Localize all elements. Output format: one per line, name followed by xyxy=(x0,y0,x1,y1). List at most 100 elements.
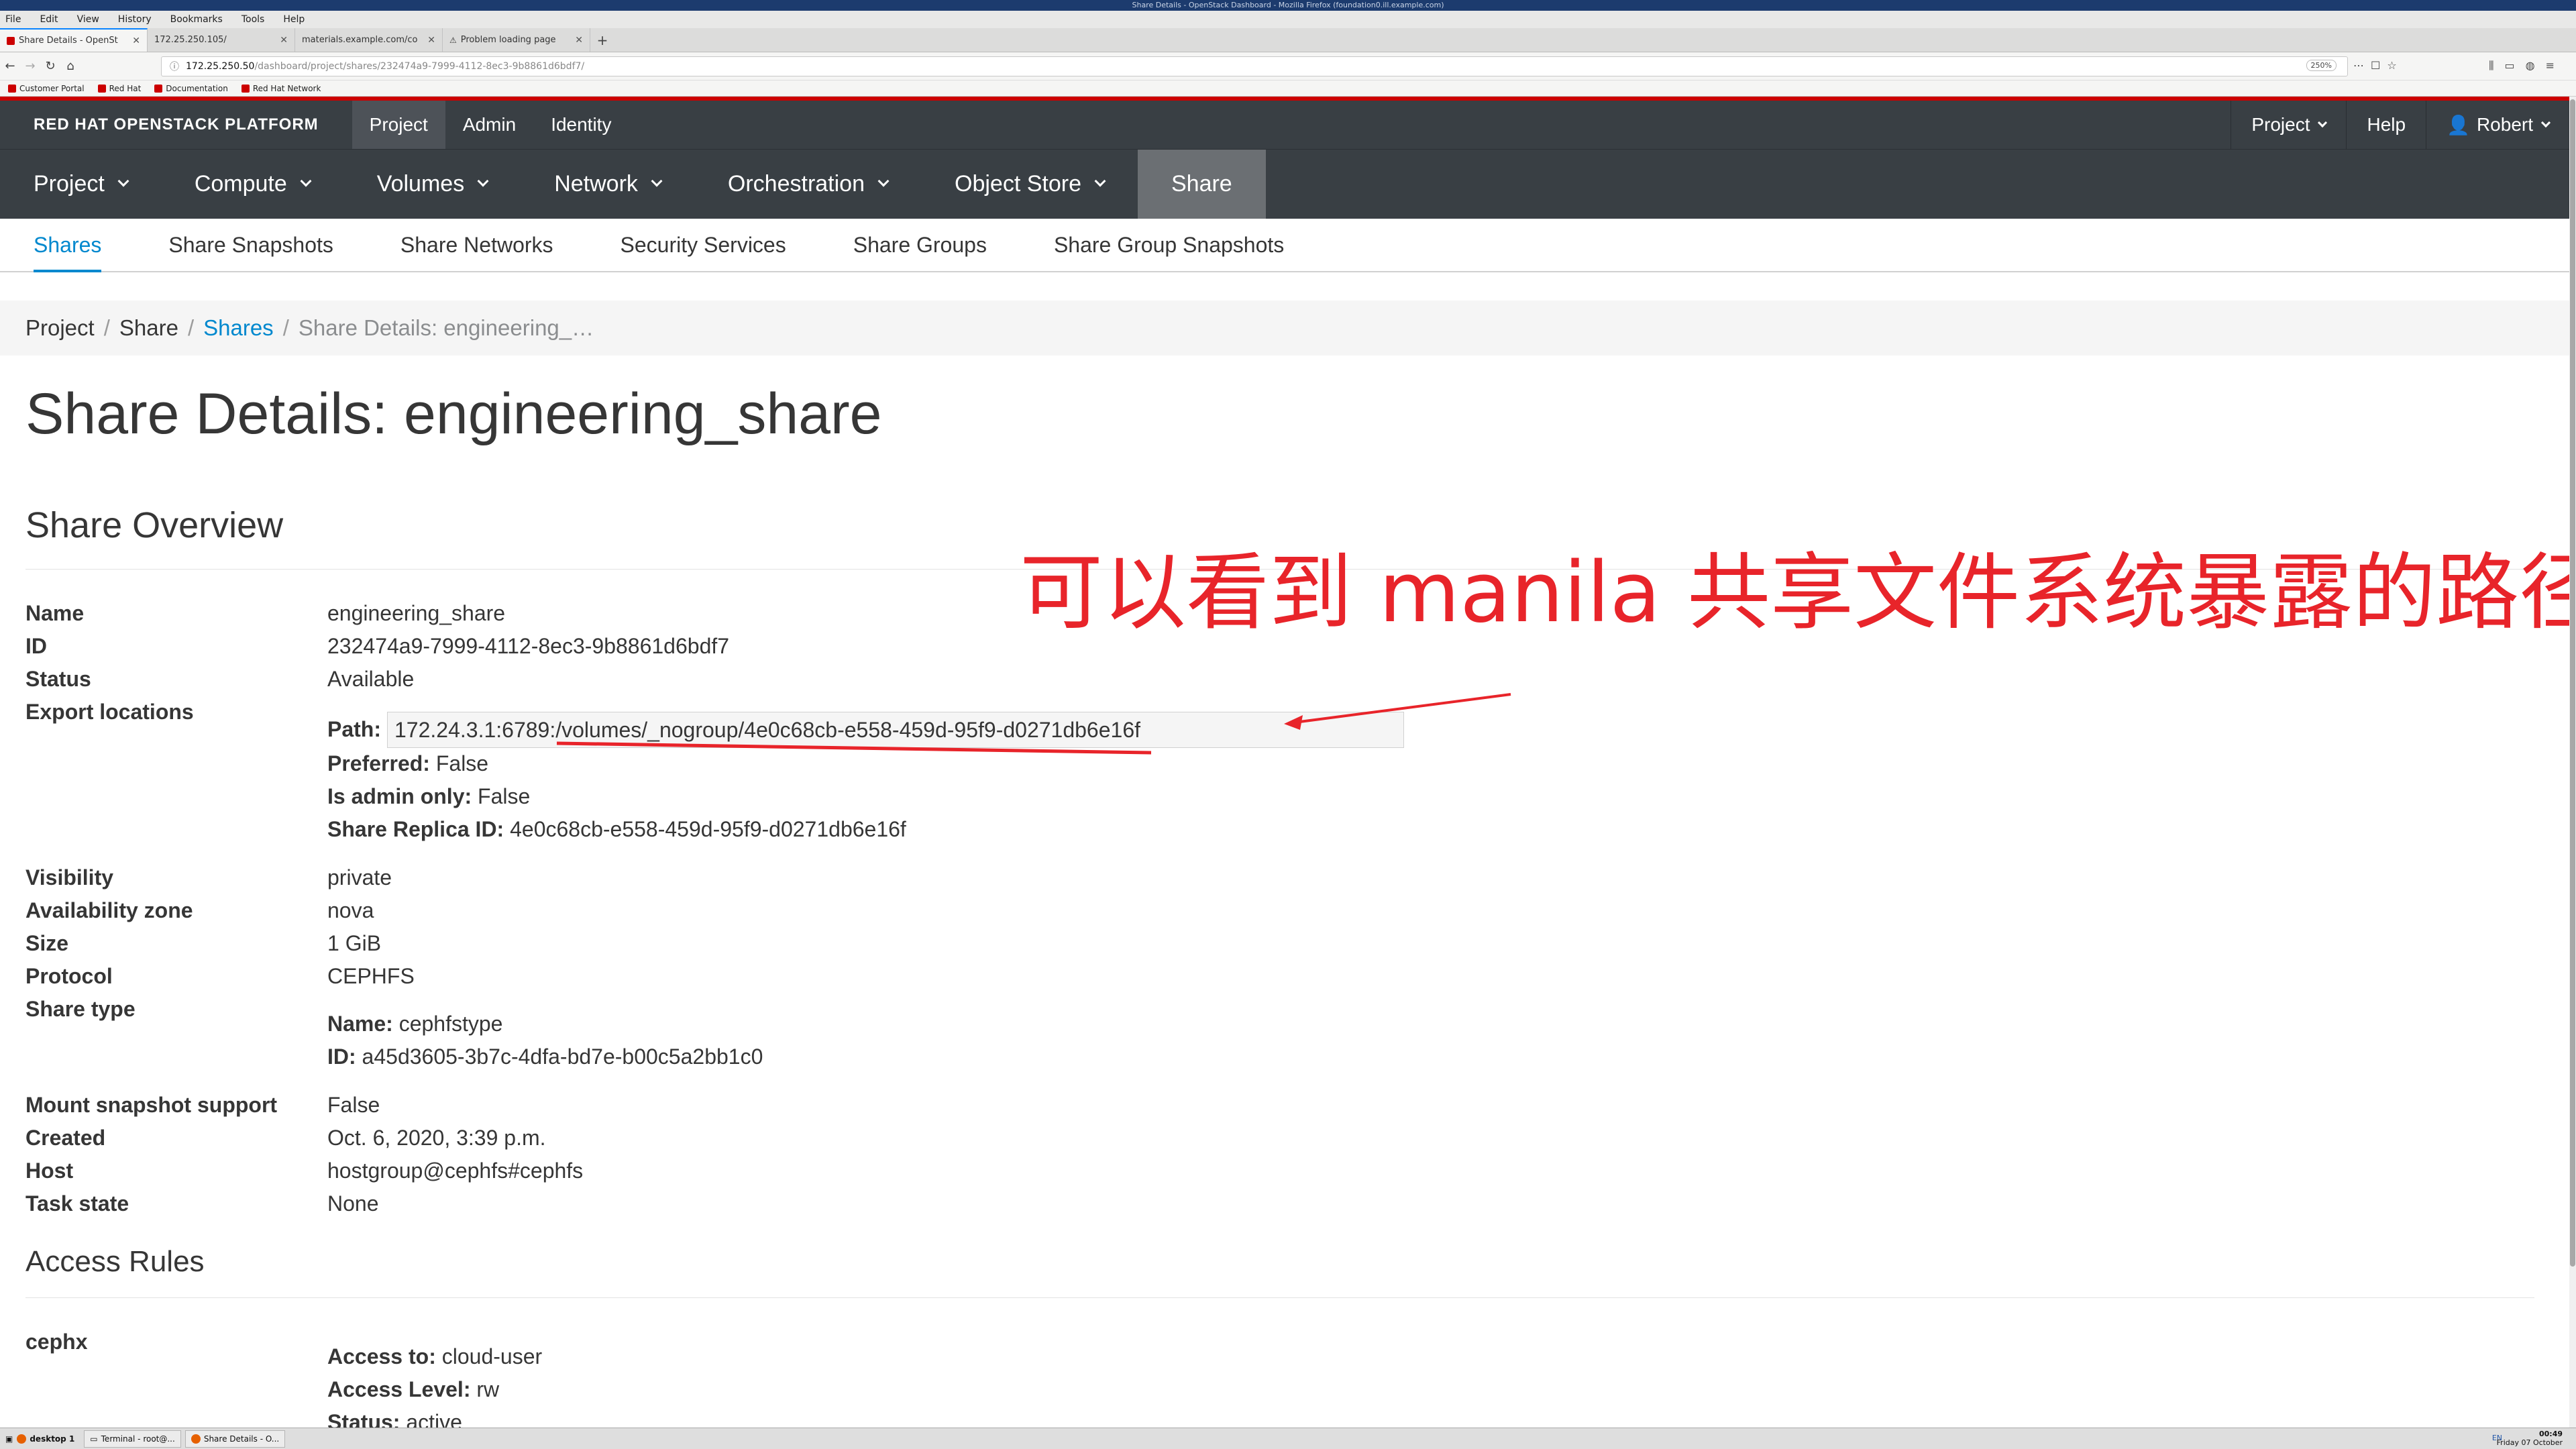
host-value: hostgroup@cephfs#cephfs xyxy=(327,1159,584,1183)
mount-snapshot-value: False xyxy=(327,1093,380,1117)
name-label: Name xyxy=(25,601,85,625)
menu-file[interactable]: File xyxy=(5,14,21,25)
page-title: Share Details: engineering_share xyxy=(25,382,882,446)
top-link-admin[interactable]: Admin xyxy=(445,101,533,149)
brand-logo[interactable]: RED HAT OPENSTACK PLATFORM xyxy=(0,101,352,149)
toolbar-extension-icons[interactable]: ⫼▭◍≡ xyxy=(2489,59,2565,72)
status-label: Status xyxy=(25,667,91,691)
forward-icon[interactable]: → xyxy=(20,59,40,73)
sub-nav: Shares Share Snapshots Share Networks Se… xyxy=(0,219,2569,272)
browser-tab[interactable]: 172.25.250.105/ ✕ xyxy=(148,28,295,52)
page-actions-icon[interactable]: ⋯☐☆ xyxy=(2353,59,2404,72)
export-path-field[interactable]: 172.24.3.1:6789:/volumes/_nogroup/4e0c68… xyxy=(387,712,1404,748)
chevron-down-icon xyxy=(2318,117,2328,128)
protocol-label: Protocol xyxy=(25,964,113,988)
browser-tab[interactable]: Share Details - OpenSt ✕ xyxy=(0,28,148,52)
menu-edit[interactable]: Edit xyxy=(40,14,58,25)
bookmark-item[interactable]: Customer Portal xyxy=(8,84,85,93)
name-value: engineering_share xyxy=(327,601,506,625)
menu-view[interactable]: View xyxy=(77,14,99,25)
warning-icon: ⚠ xyxy=(449,35,457,45)
top-link-identity[interactable]: Identity xyxy=(533,101,629,149)
tab-close-icon[interactable]: ✕ xyxy=(132,36,140,46)
menu-help[interactable]: Help xyxy=(283,14,305,25)
browser-tab-label: Share Details - OpenSt xyxy=(19,36,118,46)
breadcrumb-shares-link[interactable]: Shares xyxy=(203,315,274,341)
browser-tab[interactable]: materials.example.com/co ✕ xyxy=(295,28,443,52)
firefox-icon xyxy=(191,1434,201,1444)
user-menu[interactable]: 👤 Robert xyxy=(2426,101,2569,149)
id-label: ID xyxy=(25,634,47,658)
top-link-project[interactable]: Project xyxy=(352,101,445,149)
clock[interactable]: 00:49 Friday 07 October xyxy=(2497,1430,2563,1447)
chevron-down-icon xyxy=(477,175,489,186)
chevron-down-icon xyxy=(651,175,663,186)
bookmarks-bar: Customer Portal Red Hat Documentation Re… xyxy=(0,80,2576,97)
share-overview-heading: Share Overview xyxy=(25,505,284,545)
access-rule-name: cephx xyxy=(25,1330,88,1354)
user-icon: 👤 xyxy=(2447,114,2470,136)
browser-menubar: File Edit View History Bookmarks Tools H… xyxy=(0,11,2576,28)
taskbar-terminal[interactable]: ▭ Terminal - root@... xyxy=(84,1430,181,1448)
browser-tab[interactable]: ⚠ Problem loading page ✕ xyxy=(443,28,590,52)
host-label: Host xyxy=(25,1159,74,1183)
back-icon[interactable]: ← xyxy=(0,59,20,73)
url-bar[interactable]: ⓘ 172.25.250.50/dashboard/project/shares… xyxy=(161,56,2348,76)
tab-share-groups[interactable]: Share Groups xyxy=(820,219,1020,271)
nav-project[interactable]: Project xyxy=(0,150,161,219)
share-type-name-row: Name: cephfstype xyxy=(327,1012,503,1036)
url-path: /dashboard/project/shares/232474a9-7999-… xyxy=(254,61,585,72)
nav-compute[interactable]: Compute xyxy=(161,150,343,219)
bookmark-item[interactable]: Documentation xyxy=(154,84,228,93)
admin-only-row: Is admin only: False xyxy=(327,784,531,808)
taskbar-firefox[interactable]: Share Details - O... xyxy=(184,1430,286,1448)
menu-history[interactable]: History xyxy=(118,14,152,25)
menu-tools[interactable]: Tools xyxy=(241,14,265,25)
taskbar-workspace[interactable]: ▣ desktop 1 xyxy=(0,1430,80,1448)
openstack-topbar: RED HAT OPENSTACK PLATFORM Project Admin… xyxy=(0,97,2569,149)
nav-share[interactable]: Share xyxy=(1137,150,1266,219)
scrollbar-thumb[interactable] xyxy=(2570,99,2575,1267)
status-value: Available xyxy=(327,667,415,691)
az-value: nova xyxy=(327,898,374,922)
replica-row: Share Replica ID: 4e0c68cb-e558-459d-95f… xyxy=(327,817,906,841)
preferred-row: Preferred: False xyxy=(327,751,489,775)
reload-icon[interactable]: ↻ xyxy=(40,59,60,73)
tab-share-group-snapshots[interactable]: Share Group Snapshots xyxy=(1020,219,1318,271)
new-tab-button[interactable]: + xyxy=(590,28,614,52)
tab-close-icon[interactable]: ✕ xyxy=(575,35,583,46)
nav-object-store[interactable]: Object Store xyxy=(921,150,1138,219)
nav-orchestration[interactable]: Orchestration xyxy=(694,150,921,219)
path-label: Path: xyxy=(327,717,381,741)
site-info-icon[interactable]: ⓘ xyxy=(170,60,179,73)
chevron-down-icon xyxy=(300,175,312,186)
tab-close-icon[interactable]: ✕ xyxy=(427,35,435,46)
zoom-indicator[interactable]: 250% xyxy=(2306,60,2337,71)
breadcrumb-separator: / xyxy=(103,315,110,340)
browser-tab-label: materials.example.com/co xyxy=(302,35,418,45)
browser-toolbar: ← → ↻ ⌂ ⓘ 172.25.250.50/dashboard/projec… xyxy=(0,52,2576,80)
bookmark-item[interactable]: Red Hat Network xyxy=(241,84,321,93)
nav-network[interactable]: Network xyxy=(521,150,694,219)
nav-volumes[interactable]: Volumes xyxy=(343,150,521,219)
menu-bookmarks[interactable]: Bookmarks xyxy=(170,14,223,25)
tab-close-icon[interactable]: ✕ xyxy=(280,35,288,46)
share-type-label: Share type xyxy=(25,997,136,1021)
created-label: Created xyxy=(25,1126,106,1150)
redhat-favicon-icon xyxy=(7,36,15,45)
main-nav: Project Compute Volumes Network Orchestr… xyxy=(0,149,2569,219)
breadcrumb-current: Share Details: engineering_… xyxy=(298,315,594,340)
tab-share-snapshots[interactable]: Share Snapshots xyxy=(135,219,367,271)
export-locations-label: Export locations xyxy=(25,700,194,724)
bookmark-item[interactable]: Red Hat xyxy=(97,84,141,93)
az-label: Availability zone xyxy=(25,898,193,922)
help-link[interactable]: Help xyxy=(2346,101,2426,149)
browser-tab-label: 172.25.250.105/ xyxy=(154,35,227,45)
tab-security-services[interactable]: Security Services xyxy=(587,219,820,271)
home-icon[interactable]: ⌂ xyxy=(60,59,80,73)
tab-share-networks[interactable]: Share Networks xyxy=(367,219,587,271)
tab-shares[interactable]: Shares xyxy=(0,219,135,272)
firefox-icon xyxy=(17,1434,27,1444)
project-dropdown[interactable]: Project xyxy=(2231,101,2346,149)
access-rules-heading: Access Rules xyxy=(25,1245,205,1278)
